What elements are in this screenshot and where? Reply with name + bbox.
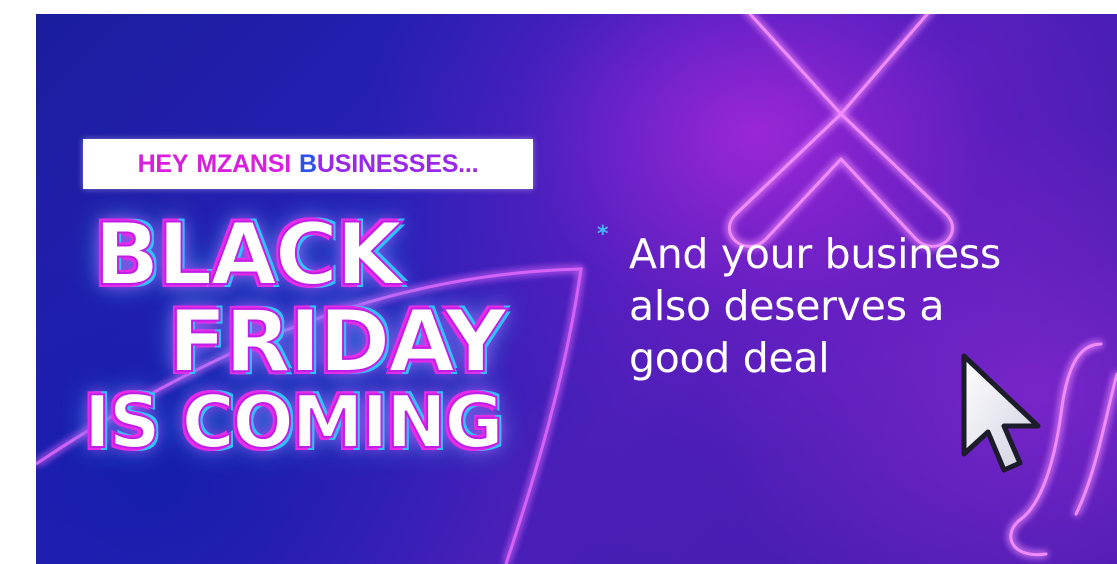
headline-is-coming: IS COMING [83,380,505,464]
headline-friday: FRIDAY [167,292,508,392]
page-frame: HEY MZANSI B USINESSES... BLACK FRIDAY IS… [0,0,1117,564]
tagline-mzansi: MZANSI [196,149,292,178]
asterisk-mark: * [597,222,609,247]
mouse-pointer-icon [961,353,1041,473]
tagline-letter-b: B [299,149,317,178]
message-line-2: also deserves a [629,282,945,330]
message-line-1: And your business [629,230,1001,278]
tagline-businesses: USINESSES... [316,149,479,178]
neon-x-icon [728,14,954,248]
promo-banner: HEY MZANSI B USINESSES... BLACK FRIDAY IS… [36,14,1117,564]
tagline-box: HEY MZANSI B USINESSES... [83,139,533,189]
headline-black: BLACK [93,205,404,305]
tagline-hey: HEY [137,149,189,178]
